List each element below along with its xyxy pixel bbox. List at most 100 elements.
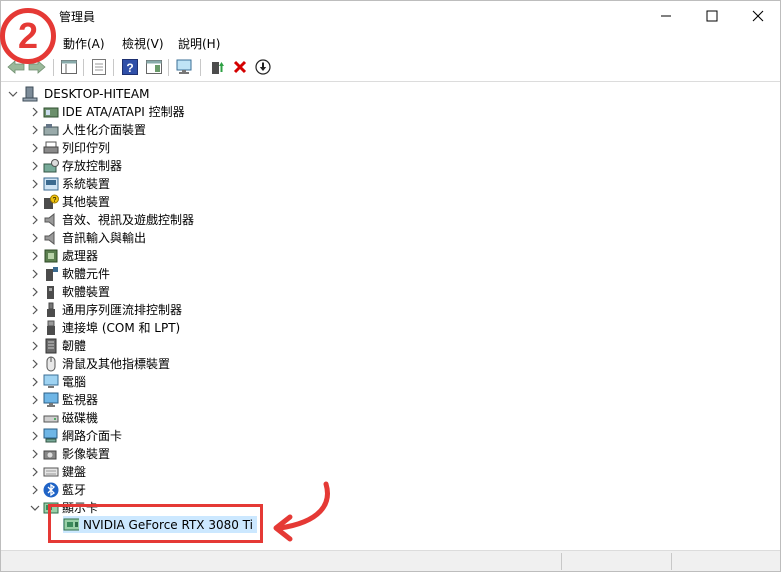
tree-category-item[interactable]: 影像裝置 <box>27 445 110 463</box>
collapse-chevron-icon[interactable] <box>5 85 21 103</box>
printer-icon <box>43 140 59 156</box>
tree-category-label: 電腦 <box>62 375 87 389</box>
tree-category-item[interactable]: 處理器 <box>27 247 98 265</box>
help-icon: ? <box>122 59 138 75</box>
tree-category-item[interactable]: 連接埠 (COM 和 LPT) <box>27 319 180 337</box>
tree-category-item[interactable]: ? 其他裝置 <box>27 193 110 211</box>
uninstall-device-button[interactable] <box>230 58 250 76</box>
gpu-device-item[interactable]: NVIDIA GeForce RTX 3080 Ti <box>63 516 257 533</box>
tree-category-label: 滑鼠及其他指標裝置 <box>62 357 171 371</box>
collapse-chevron-icon[interactable] <box>27 499 43 517</box>
menu-action[interactable]: 動作(A) <box>63 35 105 52</box>
expand-chevron-icon[interactable] <box>27 481 43 499</box>
properties-button[interactable] <box>89 58 109 76</box>
tree-category-label: 音訊輸入與輸出 <box>62 231 147 245</box>
tree-category-label: 通用序列匯流排控制器 <box>62 303 183 317</box>
tree-category-item[interactable]: 磁碟機 <box>27 409 98 427</box>
tree-category-item[interactable]: 鍵盤 <box>27 463 86 481</box>
expand-chevron-icon[interactable] <box>27 373 43 391</box>
tree-category-label: 處理器 <box>62 249 99 263</box>
tree-category-label: 音效、視訊及遊戲控制器 <box>62 213 195 227</box>
toolbar-separator <box>200 59 201 76</box>
window-title: 管理員 <box>59 10 96 24</box>
expand-chevron-icon[interactable] <box>27 409 43 427</box>
tree-category-label: 網路介面卡 <box>62 429 123 443</box>
tree-category-item[interactable]: 韌體 <box>27 337 86 355</box>
tree-category-item[interactable]: 監視器 <box>27 391 98 409</box>
expand-chevron-icon[interactable] <box>27 247 43 265</box>
firmware-icon <box>43 338 59 354</box>
tree-category-item[interactable]: 網路介面卡 <box>27 427 122 445</box>
tree-category-item[interactable]: 音效、視訊及遊戲控制器 <box>27 211 194 229</box>
help-button[interactable]: ? <box>120 58 140 76</box>
tree-category-label: 監視器 <box>62 393 99 407</box>
expand-chevron-icon[interactable] <box>27 139 43 157</box>
tree-category-item[interactable]: 通用序列匯流排控制器 <box>27 301 182 319</box>
expand-chevron-icon[interactable] <box>27 337 43 355</box>
expand-chevron-icon[interactable] <box>27 427 43 445</box>
disable-device-icon <box>255 59 271 75</box>
console-tree-icon <box>61 60 77 74</box>
expand-chevron-icon[interactable] <box>27 157 43 175</box>
tree-category-label: 存放控制器 <box>62 159 123 173</box>
expand-chevron-icon[interactable] <box>27 355 43 373</box>
maximize-icon <box>706 10 718 22</box>
expand-chevron-icon[interactable] <box>27 301 43 319</box>
action-pane-button[interactable] <box>144 58 164 76</box>
tree-root[interactable]: DESKTOP-HITEAM <box>5 85 150 103</box>
menu-bar: 動作(A) 檢視(V) 說明(H) <box>1 31 780 53</box>
title-bar: 管理員 <box>1 1 780 31</box>
expand-chevron-icon[interactable] <box>27 103 43 121</box>
close-button[interactable] <box>735 1 780 31</box>
tree-category-item[interactable]: 軟體裝置 <box>27 283 110 301</box>
expand-chevron-icon[interactable] <box>27 121 43 139</box>
expand-chevron-icon[interactable] <box>27 265 43 283</box>
menu-help[interactable]: 說明(H) <box>178 35 220 52</box>
disable-device-button[interactable] <box>253 58 273 76</box>
toolbar-separator <box>168 59 169 76</box>
tree-category-item[interactable]: 系統裝置 <box>27 175 110 193</box>
usb-icon <box>43 302 59 318</box>
scan-hardware-button[interactable] <box>175 58 195 76</box>
software-component-icon <box>43 266 59 282</box>
tree-category-item[interactable]: 人性化介面裝置 <box>27 121 146 139</box>
tree-category-item[interactable]: 電腦 <box>27 373 86 391</box>
tree-category-label: 軟體元件 <box>62 267 111 281</box>
update-driver-button[interactable] <box>207 58 227 76</box>
port-icon <box>43 320 59 336</box>
minimize-button[interactable] <box>643 1 689 31</box>
expand-chevron-icon[interactable] <box>27 283 43 301</box>
svg-text:?: ? <box>53 197 57 204</box>
show-hide-console-tree-button[interactable] <box>59 58 79 76</box>
tree-category-item[interactable]: 列印佇列 <box>27 139 110 157</box>
properties-icon <box>92 59 106 75</box>
tree-category-item[interactable]: IDE ATA/ATAPI 控制器 <box>27 103 185 121</box>
expand-chevron-icon[interactable] <box>27 445 43 463</box>
tree-category-item[interactable]: 存放控制器 <box>27 157 122 175</box>
toolbar-separator <box>83 59 84 76</box>
tree-category-item[interactable]: 音訊輸入與輸出 <box>27 229 146 247</box>
tree-category-label: 磁碟機 <box>62 411 99 425</box>
expand-chevron-icon[interactable] <box>27 463 43 481</box>
tree-category-label: 連接埠 (COM 和 LPT) <box>62 321 181 335</box>
expand-chevron-icon[interactable] <box>27 211 43 229</box>
toolbar-separator <box>113 59 114 76</box>
expand-chevron-icon[interactable] <box>27 175 43 193</box>
tree-category-label: 韌體 <box>62 339 87 353</box>
tree-category-item[interactable]: 軟體元件 <box>27 265 110 283</box>
expand-chevron-icon[interactable] <box>27 229 43 247</box>
processor-icon <box>43 248 59 264</box>
tree-category-item[interactable]: 滑鼠及其他指標裝置 <box>27 355 170 373</box>
tree-category-label: 人性化介面裝置 <box>62 123 147 137</box>
speaker-icon <box>43 212 59 228</box>
expand-chevron-icon[interactable] <box>27 193 43 211</box>
tree-category-item[interactable]: 藍牙 <box>27 481 86 499</box>
toolbar-separator <box>53 59 54 76</box>
toolbar: ? <box>1 54 780 82</box>
expand-chevron-icon[interactable] <box>27 391 43 409</box>
highlight-box: NVIDIA GeForce RTX 3080 Ti <box>48 504 263 543</box>
maximize-button[interactable] <box>689 1 735 31</box>
expand-chevron-icon[interactable] <box>27 319 43 337</box>
menu-view[interactable]: 檢視(V) <box>122 35 164 52</box>
system-device-icon <box>43 176 59 192</box>
